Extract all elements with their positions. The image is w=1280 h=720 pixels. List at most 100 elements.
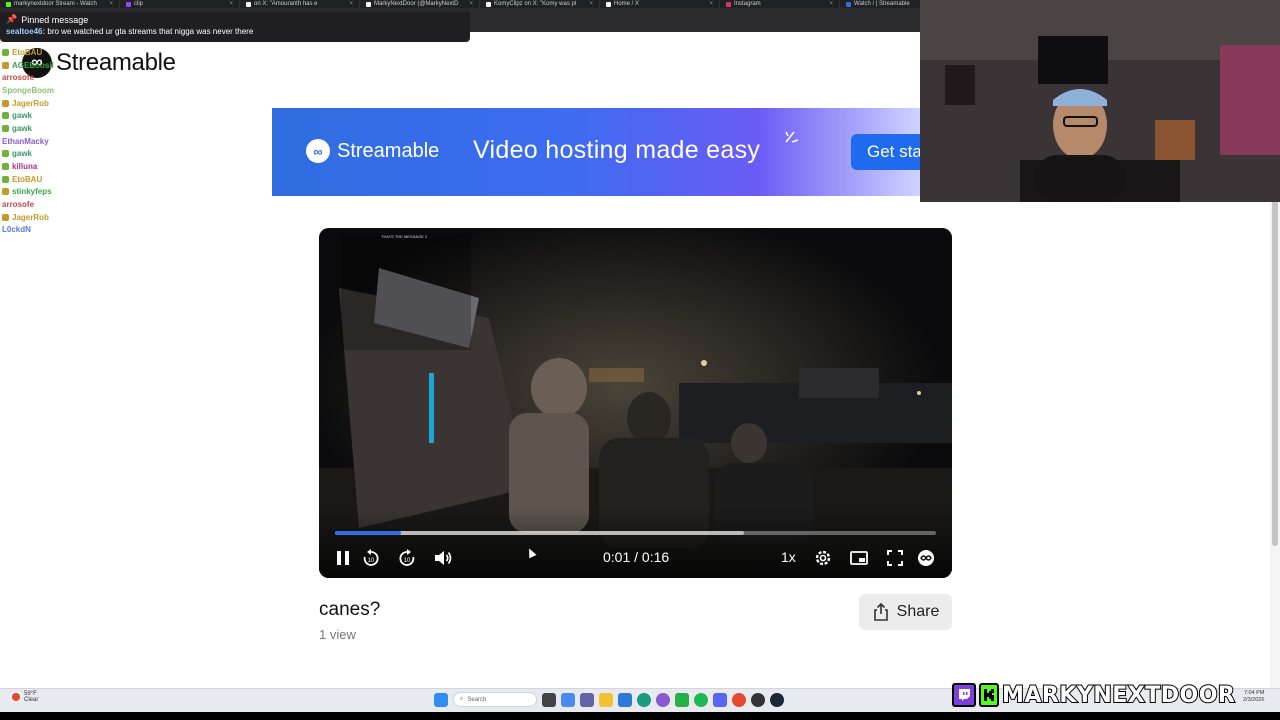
chat-message: L0ckdN bbox=[2, 224, 252, 237]
streamer-handle: MARKYNEXTDOOR bbox=[1001, 682, 1236, 709]
browser-tab[interactable]: KomyClipz on X: "Komy was pl × bbox=[480, 0, 600, 8]
browser-tab[interactable]: clip × bbox=[120, 0, 240, 8]
system-clock[interactable]: 7:04 PM 2/3/2026 bbox=[1243, 690, 1264, 704]
tab-favicon-icon bbox=[606, 1, 611, 7]
get-started-button[interactable]: Get sta bbox=[851, 134, 920, 170]
tab-favicon-icon bbox=[366, 1, 371, 7]
chat-message: EtoBAU bbox=[2, 173, 252, 186]
tab-close-icon[interactable]: × bbox=[109, 0, 113, 8]
taskbar-search[interactable]: ⌕ Search bbox=[453, 692, 537, 707]
playback-speed-button[interactable]: 1x bbox=[781, 549, 796, 565]
file-explorer-icon[interactable] bbox=[599, 692, 613, 707]
browser-tab[interactable]: Home / X × bbox=[600, 0, 720, 8]
chat-badge-icon bbox=[2, 188, 9, 196]
chat-username[interactable]: JagerRob bbox=[12, 99, 49, 108]
chat-message: gawk bbox=[2, 122, 252, 135]
tab-title: on X: "Amouranth has e bbox=[254, 1, 318, 7]
steam-icon[interactable] bbox=[770, 692, 784, 707]
banner-brand-text: Streamable bbox=[337, 139, 440, 162]
weather-widget[interactable]: 59°F Clear bbox=[12, 691, 38, 703]
xbox-icon[interactable] bbox=[675, 692, 689, 707]
kick-icon bbox=[979, 683, 999, 707]
video-view-count: 1 view bbox=[319, 627, 356, 642]
clock-date: 2/3/2026 bbox=[1243, 697, 1265, 703]
volume-icon[interactable] bbox=[432, 547, 454, 569]
progress-bar[interactable] bbox=[335, 531, 936, 535]
spotify-icon[interactable] bbox=[694, 692, 708, 707]
browser-tab[interactable]: markynextdoor Stream - Watch × bbox=[0, 0, 120, 8]
chat-username[interactable]: gawk bbox=[12, 149, 32, 158]
tab-title: markynextdoor Stream - Watch bbox=[14, 1, 97, 7]
tab-title: Watch / | Streamable bbox=[854, 1, 910, 7]
picture-in-picture-icon[interactable] bbox=[848, 547, 870, 569]
discord-icon[interactable] bbox=[713, 692, 727, 707]
task-view-icon[interactable] bbox=[542, 692, 556, 707]
webcam-feed bbox=[920, 0, 1280, 202]
progress-played bbox=[335, 531, 402, 535]
tab-title: MarkyNextDoor (@MarkyNextD bbox=[374, 1, 459, 7]
tab-close-icon[interactable]: × bbox=[229, 0, 233, 8]
chat-badge-icon bbox=[2, 150, 9, 158]
ad-banner[interactable]: ∞ Streamable Video hosting made easy Get… bbox=[272, 108, 920, 196]
chat-message: arrosofe bbox=[2, 71, 252, 84]
settings-icon[interactable] bbox=[812, 547, 834, 569]
chrome-icon[interactable] bbox=[732, 692, 746, 707]
chat-username[interactable]: stinkyfeps bbox=[12, 187, 52, 196]
chat-username[interactable]: SpongeBoom bbox=[2, 86, 54, 95]
share-button[interactable]: Share bbox=[859, 594, 952, 630]
browser-tab[interactable]: Instagram × bbox=[720, 0, 840, 8]
pinned-user: sealtoe46: bbox=[6, 27, 46, 36]
pause-icon[interactable] bbox=[332, 547, 354, 569]
weather-icon bbox=[12, 693, 20, 701]
rewind-10-icon[interactable]: 10 bbox=[360, 547, 382, 569]
edge-icon[interactable] bbox=[637, 692, 651, 707]
tab-close-icon[interactable]: × bbox=[709, 0, 713, 8]
tab-close-icon[interactable]: × bbox=[829, 0, 833, 8]
playback-time: 0:01 / 0:16 bbox=[603, 549, 670, 565]
tab-title: Home / X bbox=[614, 1, 640, 7]
tab-favicon-icon bbox=[6, 1, 11, 7]
chat-overlay-line: THATS THE MESSAGE 2 bbox=[381, 234, 428, 239]
chat-username[interactable]: arrosofe bbox=[2, 200, 34, 209]
browser-tab[interactable]: Watch / | Streamable× bbox=[840, 0, 920, 8]
obs-icon[interactable] bbox=[751, 692, 765, 707]
tab-close-icon[interactable]: × bbox=[589, 0, 593, 8]
chat-username[interactable]: JagerRob bbox=[12, 213, 49, 222]
chat-username[interactable]: gawk bbox=[12, 111, 32, 120]
chat-username[interactable]: L0ckdN bbox=[2, 225, 31, 234]
chat-username[interactable]: arrosofe bbox=[2, 73, 34, 82]
chat-username[interactable]: EtoBAU bbox=[12, 175, 42, 184]
chat-username[interactable]: gawk bbox=[12, 124, 32, 133]
chat-message: gawk bbox=[2, 109, 252, 122]
chat-username[interactable]: EthanMacky bbox=[2, 137, 49, 146]
tab-close-icon[interactable]: × bbox=[349, 0, 353, 8]
app-icon[interactable] bbox=[656, 692, 670, 707]
chat-username[interactable]: AGEBoosil bbox=[12, 61, 54, 70]
chat-message: arrosofe bbox=[2, 198, 252, 211]
chat-message: gawk bbox=[2, 148, 252, 161]
letterbox-bar bbox=[0, 712, 1280, 720]
browser-tab-strip: markynextdoor Stream - Watch × clip × on X: … bbox=[0, 0, 920, 8]
chat-username[interactable]: EtoBAU bbox=[12, 48, 42, 57]
chat-badge-icon bbox=[2, 112, 9, 120]
store-icon[interactable] bbox=[618, 692, 632, 707]
tab-title: clip bbox=[134, 1, 144, 7]
browser-tab[interactable]: MarkyNextDoor (@MarkyNextD × bbox=[360, 0, 480, 8]
teams-icon[interactable] bbox=[580, 692, 594, 707]
copilot-icon[interactable] bbox=[561, 692, 575, 707]
forward-10-icon[interactable]: 10 bbox=[396, 547, 418, 569]
tab-close-icon[interactable]: × bbox=[469, 0, 473, 8]
video-player[interactable]: THATS THE MESSAGE 2 10 10 0:01 / 0:16 1x bbox=[319, 228, 952, 578]
streamable-icon: ∞ bbox=[306, 139, 330, 163]
chat-username[interactable]: killuna bbox=[12, 162, 37, 171]
tab-favicon-icon bbox=[486, 1, 491, 7]
start-icon[interactable] bbox=[434, 692, 448, 707]
pinned-text: bro we watched ur gta streams that nigga… bbox=[47, 27, 254, 36]
search-icon: ⌕ bbox=[460, 696, 464, 702]
chat-badge-icon bbox=[2, 213, 9, 221]
pinned-message-header: 📌 Pinned message bbox=[6, 14, 464, 25]
fullscreen-icon[interactable] bbox=[884, 547, 906, 569]
chat-message: stinkyfeps bbox=[2, 186, 252, 199]
streamable-icon[interactable] bbox=[915, 547, 937, 569]
browser-tab[interactable]: on X: "Amouranth has e × bbox=[240, 0, 360, 8]
